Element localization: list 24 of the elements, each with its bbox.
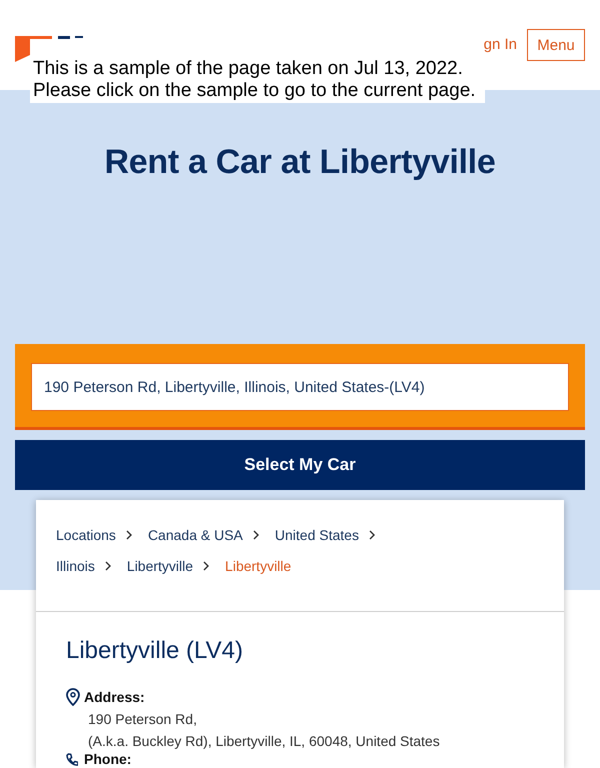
page-title: Rent a Car at Libertyville [104, 142, 496, 182]
breadcrumb-link[interactable]: Canada & USA [148, 525, 243, 545]
chevron-right-icon [252, 530, 259, 540]
archive-notice: This is a sample of the page taken on Jul 13, 2022. Please click on the sample to go to the current page. [32, 57, 477, 103]
chevron-right-icon [203, 561, 210, 571]
logo-icon[interactable] [15, 36, 85, 62]
map-pin-icon [66, 688, 80, 706]
breadcrumb-link[interactable]: Locations [56, 525, 116, 545]
address-label: Address: [84, 690, 145, 704]
address-text: 190 Peterson Rd, (A.k.a. Buckley Rd), Libertyville, IL, 60048, United States [87, 710, 441, 751]
breadcrumb-link[interactable]: Illinois [56, 556, 95, 576]
breadcrumb-link[interactable]: Libertyville [126, 556, 194, 576]
sign-in-link[interactable]: gn In [484, 35, 517, 55]
chevron-right-icon [104, 561, 111, 571]
phone-label: Phone: [84, 752, 132, 767]
breadcrumb-link[interactable]: United States [274, 525, 359, 545]
menu-button[interactable]: Menu [527, 29, 585, 61]
select-my-car-button[interactable]: Select My Car [15, 440, 585, 490]
location-search-field[interactable]: 190 Peterson Rd, Libertyville, Illinois, United States-(LV4) [31, 363, 569, 411]
chevron-right-icon [368, 530, 375, 540]
breadcrumb-current-page[interactable]: Libertyville [225, 556, 292, 576]
phone-icon [66, 752, 78, 766]
location-title: Libertyville (LV4) [66, 637, 244, 665]
chevron-right-icon [126, 530, 132, 540]
